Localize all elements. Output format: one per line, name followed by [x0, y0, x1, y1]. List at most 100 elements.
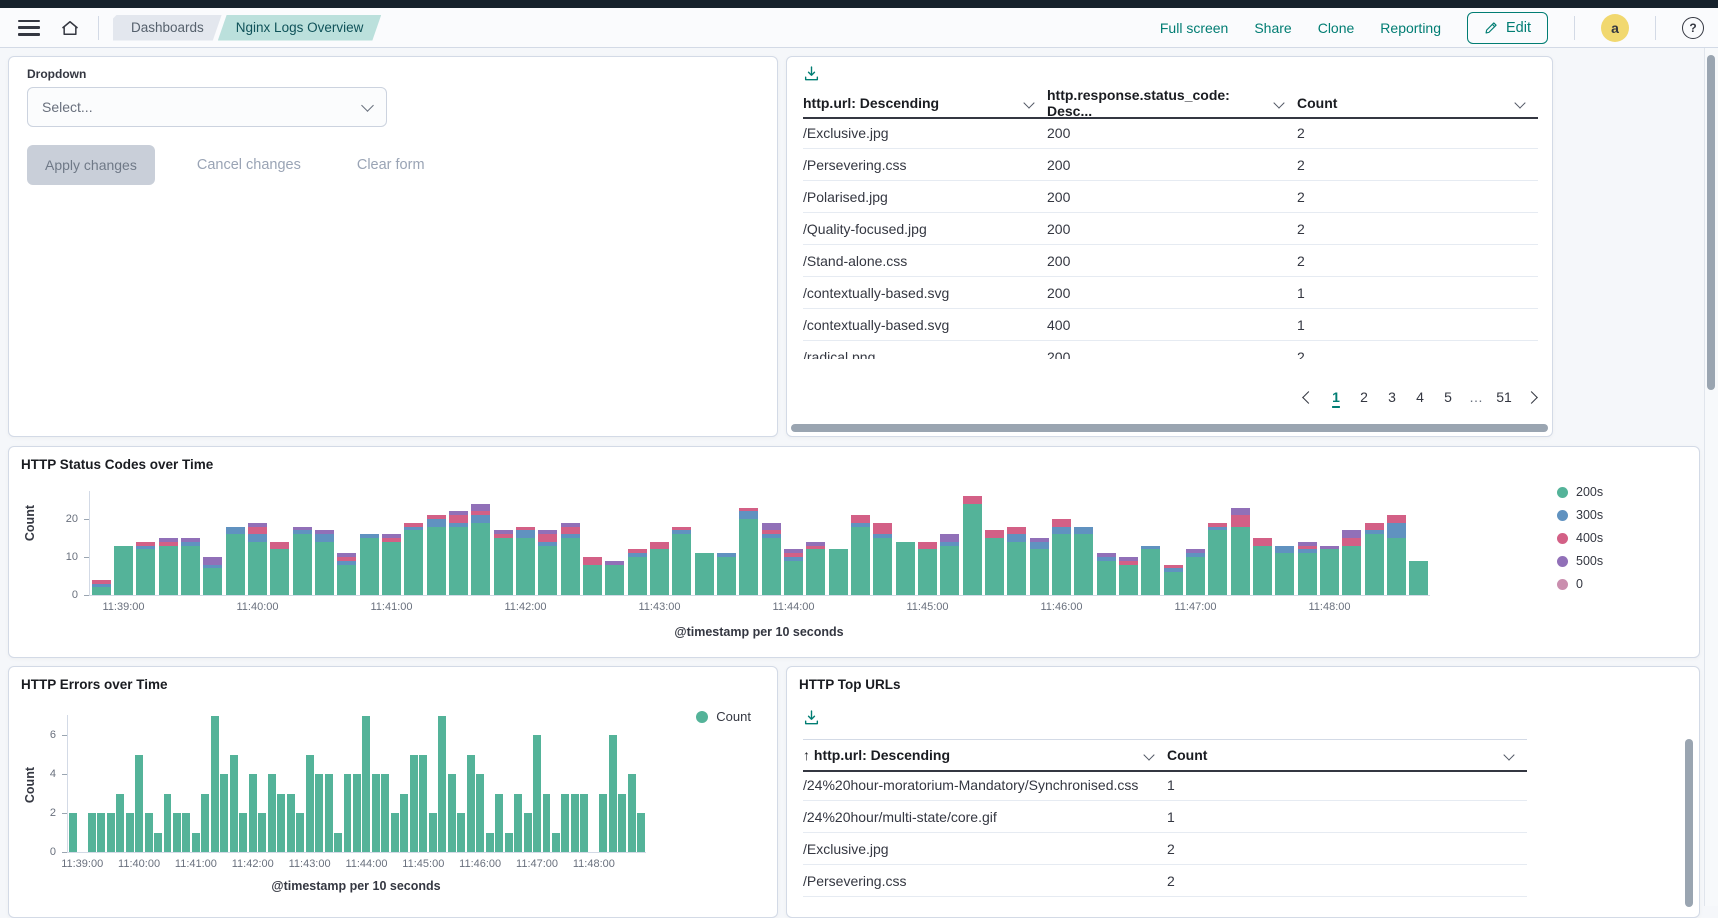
pagination-page-2[interactable]: 2	[1353, 385, 1375, 409]
full-screen-link[interactable]: Full screen	[1160, 20, 1228, 36]
bar-segment-200s	[1208, 530, 1227, 595]
pagination-page-5[interactable]: 5	[1437, 385, 1459, 409]
legend-item-500s[interactable]: 500s	[1557, 554, 1603, 568]
x-tick-label: 11:45:00	[906, 601, 948, 613]
clear-form-button[interactable]: Clear form	[351, 156, 431, 174]
bar-segment-400s	[672, 527, 691, 531]
bar-segment-200s	[1342, 546, 1361, 595]
x-tick-label: 11:39:00	[102, 601, 144, 613]
help-icon[interactable]: ?	[1682, 17, 1704, 39]
horizontal-scrollbar[interactable]	[791, 424, 1548, 432]
bar-segment-500s	[293, 527, 312, 531]
bar-stack	[249, 715, 257, 852]
legend-item-400s[interactable]: 400s	[1557, 531, 1603, 545]
legend-item-0[interactable]: 0	[1557, 577, 1603, 591]
chevron-down-icon	[1503, 749, 1514, 760]
edit-button[interactable]: Edit	[1467, 12, 1548, 44]
bar-segment-Count	[400, 794, 408, 853]
bar-segment-400s	[92, 580, 111, 584]
clone-link[interactable]: Clone	[1318, 20, 1355, 36]
bar-stack	[571, 715, 579, 852]
bar-stack	[1275, 491, 1294, 595]
reporting-link[interactable]: Reporting	[1380, 20, 1441, 36]
menu-icon[interactable]	[18, 20, 40, 36]
bar-stack	[552, 715, 560, 852]
x-tick-label: 11:40:00	[236, 601, 278, 613]
share-link[interactable]: Share	[1254, 20, 1291, 36]
home-icon[interactable]	[58, 16, 82, 40]
bar-segment-Count	[467, 755, 475, 853]
column-header-count[interactable]: Count	[1167, 747, 1527, 763]
download-icon[interactable]	[803, 65, 820, 87]
bar-segment-300s	[315, 534, 334, 542]
breadcrumb-dashboards[interactable]: Dashboards	[113, 15, 222, 41]
bar-stack	[494, 491, 513, 595]
cancel-changes-button[interactable]: Cancel changes	[191, 156, 307, 174]
table-cell: 1	[1297, 317, 1538, 333]
column-header-status-code[interactable]: http.response.status_code: Desc...	[1047, 87, 1297, 119]
bar-stack	[1164, 491, 1183, 595]
download-icon[interactable]	[803, 709, 820, 731]
pagination-prev-icon[interactable]	[1302, 391, 1315, 404]
pagination-next-icon[interactable]	[1525, 391, 1538, 404]
bar-segment-500s	[538, 530, 557, 534]
legend-item-Count[interactable]: Count	[696, 709, 751, 724]
column-header-count[interactable]: Count	[1297, 95, 1538, 111]
bar-segment-Count	[182, 813, 190, 852]
bar-segment-400s	[851, 515, 870, 523]
bar-stack	[1186, 491, 1205, 595]
x-tick-label: 11:46:00	[459, 858, 501, 870]
bar-segment-300s	[516, 530, 535, 538]
legend-item-200s[interactable]: 200s	[1557, 485, 1603, 499]
bar-segment-200s	[226, 534, 245, 595]
bar-segment-Count	[258, 813, 266, 852]
bar-segment-400s	[136, 542, 155, 546]
bar-stack	[400, 715, 408, 852]
table-cell: /contextually-based.svg	[803, 317, 1047, 333]
bar-stack	[391, 715, 399, 852]
x-tick-label: 11:44:00	[772, 601, 814, 613]
dropdown-select[interactable]: Select...	[27, 87, 387, 127]
bar-segment-400s	[1052, 519, 1071, 527]
bar-segment-Count	[543, 794, 551, 853]
panel-scrollbar[interactable]	[1685, 739, 1693, 907]
column-header-url[interactable]: ↑ http.url: Descending	[803, 747, 1167, 763]
bar-segment-Count	[249, 774, 257, 852]
pagination-page-4[interactable]: 4	[1409, 385, 1431, 409]
bar-stack	[618, 715, 626, 852]
bar-stack	[315, 491, 334, 595]
bar-stack	[404, 491, 423, 595]
pagination-page-3[interactable]: 3	[1381, 385, 1403, 409]
bar-segment-200s	[270, 549, 289, 595]
bar-stack	[476, 715, 484, 852]
bar-segment-Count	[277, 794, 285, 853]
legend-item-300s[interactable]: 300s	[1557, 508, 1603, 522]
bar-segment-Count	[97, 813, 105, 852]
page-scrollbar[interactable]	[1704, 48, 1718, 906]
table-cell: 2	[1297, 189, 1538, 205]
bar-segment-Count	[628, 774, 636, 852]
bar-segment-300s	[1097, 557, 1116, 561]
pagination-page-51[interactable]: 51	[1493, 385, 1515, 409]
status-table-body: /Exclusive.jpg2002/Persevering.css2002/P…	[803, 117, 1538, 359]
bar-segment-300s	[360, 534, 379, 538]
bar-stack	[1387, 491, 1406, 595]
bar-segment-500s	[449, 511, 468, 515]
bar-segment-Count	[306, 755, 314, 853]
pagination-page-1[interactable]: 1	[1325, 385, 1347, 409]
bar-stack	[1074, 491, 1093, 595]
bar-segment-500s	[940, 534, 959, 542]
bar-segment-200s	[1141, 549, 1160, 595]
bar-stack	[1208, 491, 1227, 595]
bar-stack	[590, 715, 598, 852]
bar-stack	[239, 715, 247, 852]
header-divider	[98, 16, 99, 40]
bar-stack	[69, 715, 77, 852]
column-header-url[interactable]: http.url: Descending	[803, 95, 1047, 111]
bar-segment-Count	[239, 813, 247, 852]
avatar[interactable]: a	[1601, 14, 1629, 42]
apply-changes-button[interactable]: Apply changes	[27, 145, 155, 185]
bar-segment-Count	[164, 794, 172, 853]
bar-segment-Count	[344, 774, 352, 852]
bar-stack	[360, 491, 379, 595]
